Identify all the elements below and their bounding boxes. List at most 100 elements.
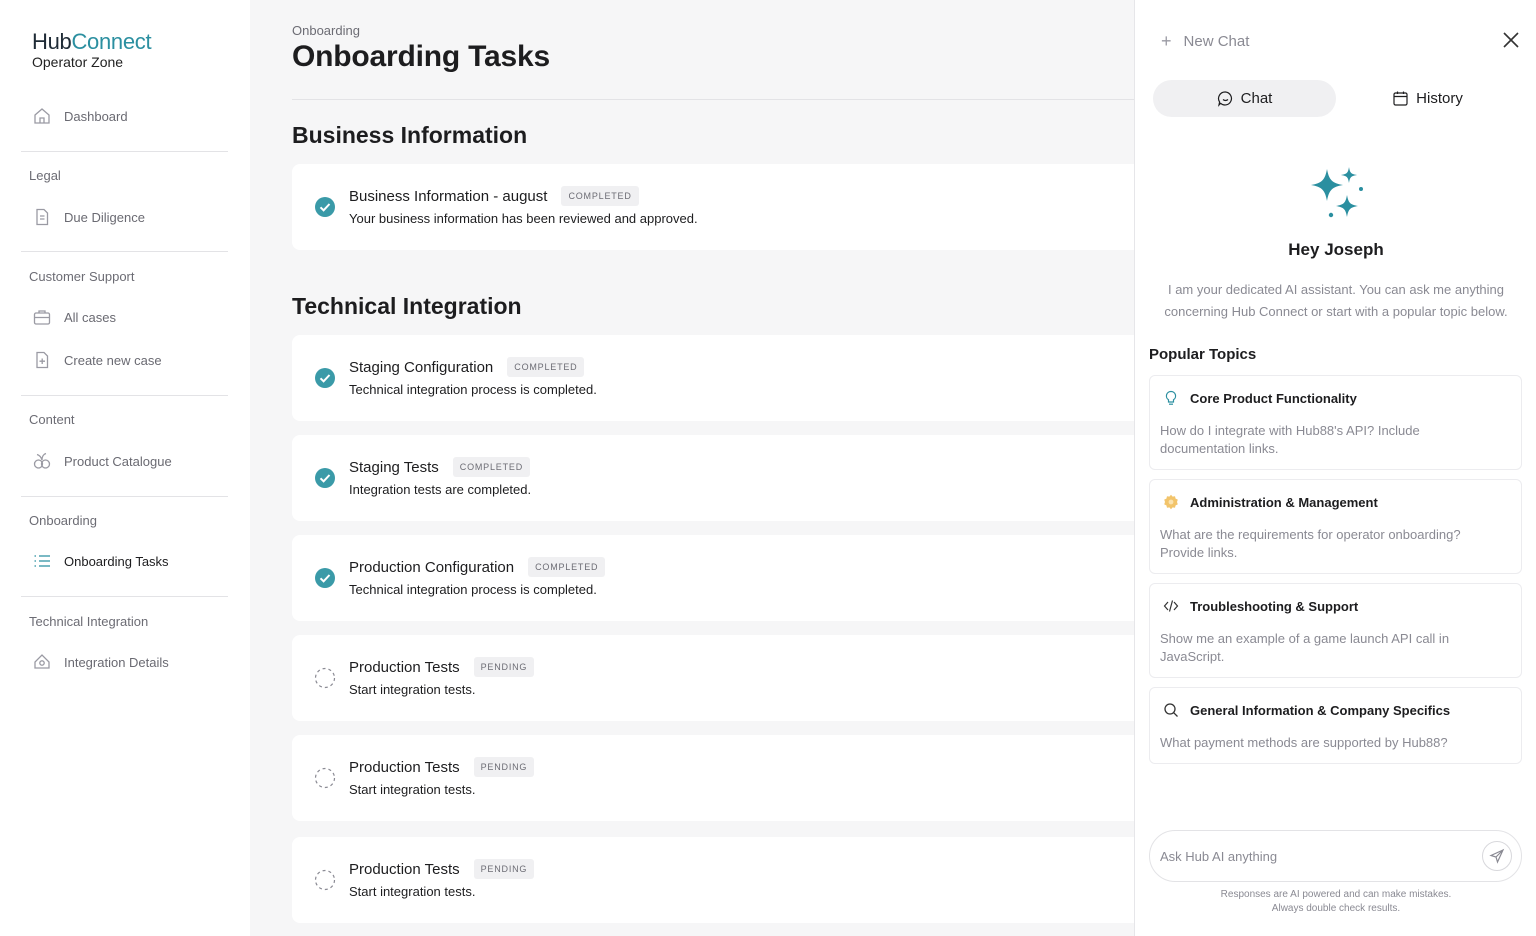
sidebar-divider xyxy=(21,496,228,497)
ai-chat-panel: + New Chat Chat History Hey Joseph I am … xyxy=(1134,0,1536,936)
task-card[interactable]: Production Tests PENDING Start integrati… xyxy=(292,735,1134,821)
task-title: Staging Configuration xyxy=(349,358,494,376)
status-badge: PENDING xyxy=(473,757,535,777)
topic-title: Core Product Functionality xyxy=(1190,390,1357,406)
task-title: Production Configuration xyxy=(349,558,515,576)
group-title-business-information: Business Information xyxy=(292,122,528,148)
plus-icon: + xyxy=(1161,31,1172,51)
section-label-legal: Legal xyxy=(29,168,61,183)
page-title: Onboarding Tasks xyxy=(292,40,550,73)
section-label-onboarding: Onboarding xyxy=(29,513,97,528)
brand-logo[interactable]: HubConnect Operator Zone xyxy=(32,29,152,71)
title-divider xyxy=(292,99,1134,100)
tab-chat[interactable]: Chat xyxy=(1153,80,1336,117)
topic-card-administration[interactable]: Administration & Management What are the… xyxy=(1149,479,1522,574)
list-icon xyxy=(32,551,52,571)
sparkle-icon xyxy=(1311,167,1363,218)
sidebar-item-product-catalogue[interactable]: Product Catalogue xyxy=(32,448,172,474)
group-title-technical-integration: Technical Integration xyxy=(292,293,522,319)
send-button[interactable] xyxy=(1482,841,1512,871)
new-document-icon xyxy=(32,350,52,370)
ai-disclaimer: Responses are AI powered and can make mi… xyxy=(1135,888,1536,916)
topic-title: General Information & Company Specifics xyxy=(1190,702,1451,718)
disclaimer-line: Always double check results. xyxy=(1271,903,1401,914)
chat-input-box xyxy=(1149,830,1522,882)
logo-subtitle: Operator Zone xyxy=(32,54,124,70)
sidebar-item-label: Due Diligence xyxy=(64,209,145,225)
logo-wordmark: HubConnect xyxy=(32,29,152,54)
new-chat-label: New Chat xyxy=(1183,33,1250,50)
sidebar-divider xyxy=(21,596,228,597)
tab-label: History xyxy=(1416,90,1463,107)
sidebar-item-due-diligence[interactable]: Due Diligence xyxy=(32,204,145,230)
topic-question: What are the requirements for operator o… xyxy=(1160,527,1461,560)
section-label-content: Content xyxy=(29,412,75,427)
new-chat-button[interactable]: + New Chat xyxy=(1161,31,1249,52)
pending-circle-icon xyxy=(314,869,336,891)
task-title: Production Tests xyxy=(349,758,460,776)
task-card[interactable]: Production Configuration COMPLETED Techn… xyxy=(292,535,1134,621)
task-card[interactable]: Staging Tests COMPLETED Integration test… xyxy=(292,435,1134,521)
task-title: Production Tests xyxy=(349,658,460,676)
chat-tabs: Chat History xyxy=(1153,80,1519,117)
integration-icon xyxy=(32,652,52,672)
topic-question: What payment methods are supported by Hu… xyxy=(1160,735,1448,750)
pending-circle-icon xyxy=(314,767,336,789)
pending-circle-icon xyxy=(314,667,336,689)
topic-title: Administration & Management xyxy=(1190,494,1378,510)
status-badge: COMPLETED xyxy=(528,557,606,577)
status-badge: PENDING xyxy=(473,859,535,879)
topic-question: Show me an example of a game launch API … xyxy=(1160,631,1450,664)
sidebar-item-onboarding-tasks[interactable]: Onboarding Tasks xyxy=(32,548,169,574)
status-badge: COMPLETED xyxy=(452,457,530,477)
topic-title: Troubleshooting & Support xyxy=(1190,598,1359,614)
topic-question: How do I integrate with Hub88's API? Inc… xyxy=(1160,423,1420,456)
task-card[interactable]: Production Tests PENDING Start integrati… xyxy=(292,635,1134,721)
chat-input[interactable] xyxy=(1160,845,1460,867)
task-description: Technical integration process is complet… xyxy=(349,382,597,397)
sidebar-item-integration-details[interactable]: Integration Details xyxy=(32,649,169,675)
catalogue-icon xyxy=(32,451,52,471)
sidebar-item-create-new-case[interactable]: Create new case xyxy=(32,347,162,373)
status-badge: COMPLETED xyxy=(507,357,585,377)
breadcrumb[interactable]: Onboarding xyxy=(292,23,360,38)
topic-card-core-product[interactable]: Core Product Functionality How do I inte… xyxy=(1149,375,1522,470)
close-icon[interactable] xyxy=(1501,30,1521,50)
sidebar-divider xyxy=(21,251,228,252)
chat-greeting: Hey Joseph xyxy=(1288,240,1384,259)
check-circle-icon xyxy=(315,468,335,488)
home-icon xyxy=(32,106,52,126)
task-description: Your business information has been revie… xyxy=(349,211,698,226)
tab-history[interactable]: History xyxy=(1336,80,1519,117)
sidebar: HubConnect Operator Zone Dashboard Legal… xyxy=(0,0,250,936)
briefcase-icon xyxy=(32,307,52,327)
task-card[interactable]: Production Tests PENDING Start integrati… xyxy=(292,837,1134,923)
sidebar-item-label: Integration Details xyxy=(64,654,169,670)
check-circle-icon xyxy=(315,197,335,217)
chat-bubble-icon xyxy=(1217,90,1234,107)
task-card[interactable]: Business Information - august COMPLETED … xyxy=(292,164,1134,250)
topic-card-general-information[interactable]: General Information & Company Specifics … xyxy=(1149,687,1522,764)
topic-card-troubleshooting[interactable]: Troubleshooting & Support Show me an exa… xyxy=(1149,583,1522,678)
send-icon xyxy=(1489,848,1505,864)
tab-label: Chat xyxy=(1240,90,1273,107)
search-icon xyxy=(1162,701,1180,719)
task-description: Start integration tests. xyxy=(349,782,476,797)
sidebar-divider xyxy=(21,151,228,152)
calendar-icon xyxy=(1392,90,1409,107)
status-badge: COMPLETED xyxy=(561,186,639,206)
lightbulb-icon xyxy=(1162,389,1180,407)
task-title: Business Information - august xyxy=(349,187,548,205)
task-description: Integration tests are completed. xyxy=(349,482,532,497)
sidebar-item-label: Onboarding Tasks xyxy=(64,553,169,569)
task-title: Production Tests xyxy=(349,860,460,878)
task-card[interactable]: Staging Configuration COMPLETED Technica… xyxy=(292,335,1134,421)
check-circle-icon xyxy=(315,568,335,588)
gear-icon xyxy=(1162,493,1180,511)
main-content: Onboarding Onboarding Tasks Business Inf… xyxy=(250,0,1134,936)
sidebar-item-label: All cases xyxy=(64,309,117,325)
sidebar-item-all-cases[interactable]: All cases xyxy=(32,304,116,330)
sidebar-item-dashboard[interactable]: Dashboard xyxy=(32,103,128,129)
sidebar-item-label: Dashboard xyxy=(64,108,128,124)
chat-intro: I am your dedicated AI assistant. You ca… xyxy=(1164,282,1508,319)
